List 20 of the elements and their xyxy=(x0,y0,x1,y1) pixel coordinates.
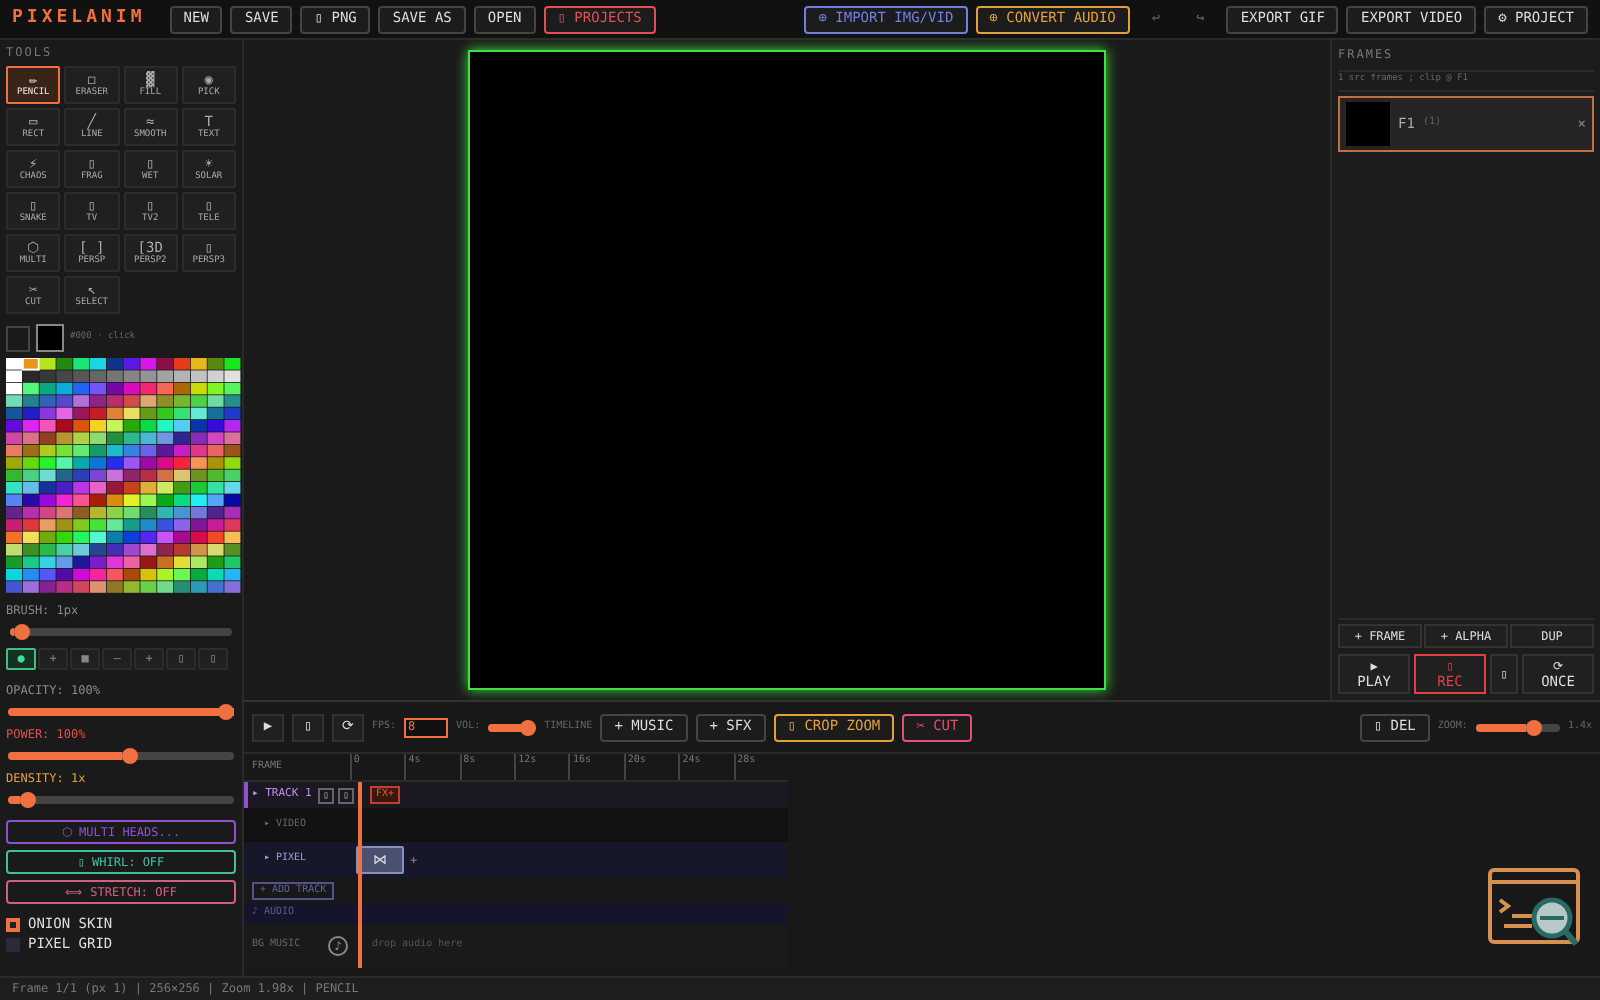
volume-slider[interactable] xyxy=(488,719,537,735)
brush-slider[interactable] xyxy=(10,624,232,640)
checkbox[interactable] xyxy=(6,918,20,932)
app-logo: PIXELANIM xyxy=(12,5,146,32)
frame-thumbnail xyxy=(1346,101,1390,146)
effect-slider[interactable] xyxy=(8,792,234,808)
color-palette-drawing[interactable] xyxy=(6,358,242,594)
zoom-slider[interactable] xyxy=(1475,719,1560,735)
slider-thumb[interactable] xyxy=(1526,719,1543,735)
slider-thumb[interactable] xyxy=(520,719,537,735)
primary-color-swatch[interactable] xyxy=(36,324,64,352)
slider-thumb[interactable] xyxy=(14,624,31,640)
checkbox[interactable] xyxy=(6,938,20,952)
effect-slider[interactable] xyxy=(8,748,234,764)
slider-thumb[interactable] xyxy=(19,792,36,808)
slider-thumb[interactable] xyxy=(218,704,234,720)
secondary-color-swatch[interactable] xyxy=(6,325,30,351)
slider-thumb[interactable] xyxy=(121,748,137,764)
effect-slider[interactable] xyxy=(8,704,234,720)
terminal-search-icon xyxy=(1488,868,1580,948)
